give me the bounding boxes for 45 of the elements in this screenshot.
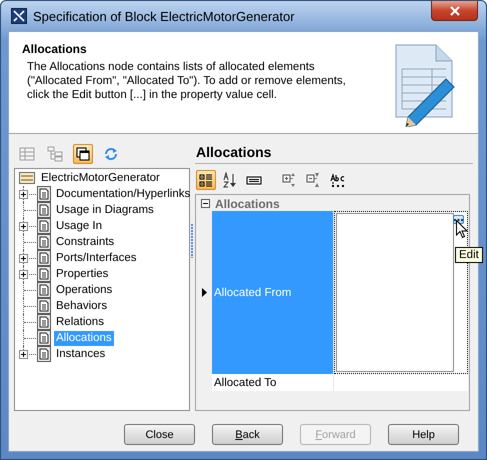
spelling-icon (330, 172, 346, 188)
categorized-icon (198, 172, 214, 188)
header-title: Allocations (22, 42, 88, 56)
dialog-button[interactable]: Help (388, 424, 459, 445)
tree-item[interactable]: Constraints (54, 234, 116, 250)
hierarchy-icon (47, 146, 63, 162)
tree-item[interactable]: Operations (54, 282, 114, 298)
collapse-all-icon (306, 172, 322, 188)
expand-all-icon (282, 172, 298, 188)
categorized-button[interactable] (196, 170, 216, 190)
windows-icon (75, 146, 91, 162)
collapse-icon[interactable] (201, 199, 210, 208)
tree-item[interactable]: Ports/Interfaces (54, 250, 139, 266)
refresh-icon (103, 146, 119, 162)
app-icon (11, 8, 27, 24)
expand-icon[interactable] (19, 350, 28, 359)
dialog-button[interactable]: Close (124, 424, 195, 445)
tree-item[interactable]: Documentation/Hyperlinks (54, 186, 192, 202)
expand-icon[interactable] (19, 190, 28, 199)
property-name[interactable]: Allocated To (212, 374, 334, 391)
mouse-pointer-icon (456, 220, 468, 239)
dialog-button[interactable]: Back (212, 424, 283, 445)
splitter-handle[interactable] (191, 224, 193, 258)
windows-button[interactable] (73, 144, 93, 164)
close-button[interactable] (431, 1, 478, 21)
sort-icon (222, 172, 238, 188)
close-icon (448, 6, 460, 16)
panel-title: Allocations (195, 141, 473, 164)
tree-item[interactable]: Instances (54, 346, 108, 362)
ellipsis-icon (454, 219, 463, 222)
tree-item[interactable]: Usage In (54, 218, 104, 234)
window-title: Specification of Block ElectricMotorGenerator (33, 8, 295, 24)
tree-item[interactable]: Properties (54, 266, 110, 282)
block-icon (19, 172, 35, 184)
expand-icon[interactable] (19, 254, 28, 263)
tooltip: Edit (455, 247, 483, 263)
table-icon (19, 146, 35, 162)
expand-icon[interactable] (19, 222, 28, 231)
expand-icon[interactable] (19, 270, 28, 279)
tree-item[interactable]: Usage in Diagrams (54, 202, 156, 218)
tree-item[interactable]: Behaviors (54, 298, 110, 314)
tree-item[interactable]: Relations (54, 314, 106, 330)
header-description: The Allocations node contains lists of allocated elements ("Allocated From", "Allocated To"). To add or remove elements, click the Edit button [...] in the property value cell. (26, 60, 347, 102)
group-label: Allocations (215, 196, 280, 210)
tree-item[interactable]: ElectricMotorGenerator (39, 170, 162, 186)
